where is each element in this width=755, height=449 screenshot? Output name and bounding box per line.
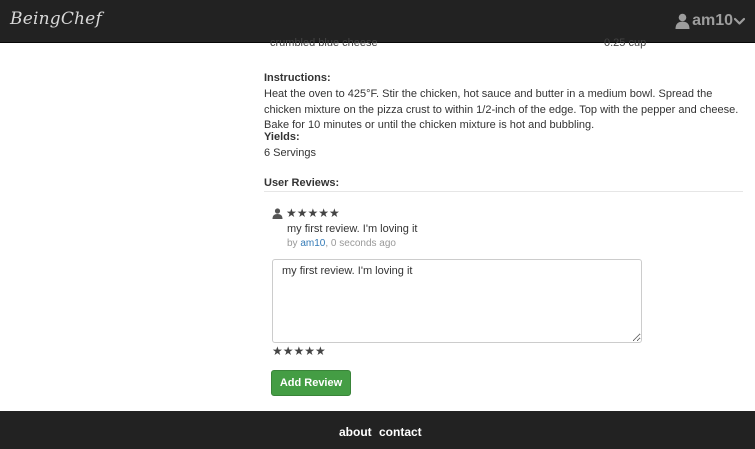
reviewer-avatar-icon [272,207,283,219]
review-star-rating: ★★★★★ [286,206,340,220]
review-timestamp: , 0 seconds ago [325,238,396,249]
rating-star-selector[interactable]: ★★★★★ [272,344,326,358]
user-icon [675,13,690,29]
review-textarea[interactable]: my first review. I'm loving it [272,259,642,343]
footer-about-link[interactable]: about [339,425,372,439]
review-by-label: by [287,238,298,249]
ingredient-quantity: 0.25 cup [604,37,647,49]
user-menu[interactable]: am10 [675,10,745,32]
ingredient-row: crumbled blue cheese 0.25 cup [270,37,690,51]
footer: about contact [0,411,755,449]
yields-label: Yields: [264,131,300,143]
username-label: am10 [692,12,733,29]
review-author-link[interactable]: am10 [300,238,325,249]
review-text: my first review. I'm loving it [287,223,418,235]
add-review-button[interactable]: Add Review [271,370,351,396]
review-meta: by am10, 0 seconds ago [287,238,396,249]
ingredient-name: crumbled blue cheese [270,37,378,49]
chevron-down-icon [734,17,745,26]
yields-value: 6 Servings [264,147,316,159]
review-item: ★★★★★ my first review. I'm loving it by … [272,206,417,249]
instructions-text: Heat the oven to 425°F. Stir the chicken… [264,88,739,131]
reviews-divider [264,191,743,192]
footer-contact-link[interactable]: contact [379,425,422,439]
reviews-heading: User Reviews: [264,177,340,189]
brand-logo[interactable]: BeingChef [10,9,102,29]
instructions-label: Instructions: [264,72,331,84]
